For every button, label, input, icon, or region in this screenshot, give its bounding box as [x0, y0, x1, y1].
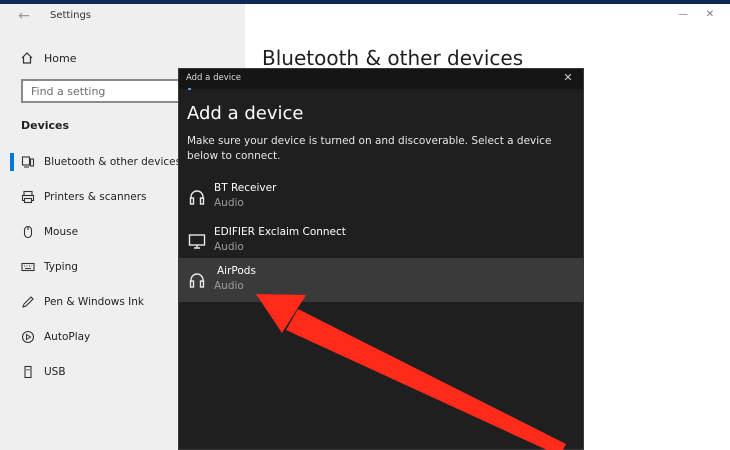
headphones-icon	[189, 273, 205, 288]
home-label: Home	[44, 52, 77, 65]
progress-indicator	[188, 88, 191, 90]
device-name: EDIFIER Exclaim Connect	[214, 226, 346, 238]
sidebar-item-label: Bluetooth & other devices	[44, 156, 182, 168]
device-type: Audio	[214, 280, 244, 292]
selection-indicator	[10, 153, 14, 171]
pen-icon	[22, 296, 34, 308]
headphones-icon	[189, 190, 205, 205]
close-icon[interactable]: ✕	[703, 8, 717, 22]
add-device-dialog: Add a device ✕ Add a device Make sure yo…	[178, 68, 584, 450]
device-type: Audio	[214, 197, 244, 209]
minimize-icon[interactable]: —	[676, 8, 690, 22]
screen: ← Settings Home Find a setting Devices B…	[0, 0, 730, 450]
device-name: AirPods	[217, 265, 256, 277]
search-placeholder: Find a setting	[31, 85, 106, 98]
monitor-icon	[188, 234, 206, 249]
keyboard-icon	[21, 262, 35, 272]
section-title: Devices	[21, 119, 70, 132]
device-item-bt-receiver[interactable]: BT Receiver Audio	[179, 175, 583, 219]
dialog-title: Add a device	[186, 73, 241, 83]
device-type: Audio	[214, 241, 244, 253]
printer-icon	[21, 190, 35, 204]
device-name: BT Receiver	[214, 182, 277, 194]
sidebar-item-label: Printers & scanners	[44, 191, 147, 203]
back-arrow-icon[interactable]: ←	[14, 7, 34, 25]
dialog-close-icon[interactable]: ✕	[561, 71, 575, 85]
mouse-icon	[23, 225, 33, 239]
sidebar-item-label: Typing	[44, 261, 78, 273]
device-item-edifier[interactable]: EDIFIER Exclaim Connect Audio	[179, 219, 583, 263]
sidebar-item-label: AutoPlay	[44, 331, 91, 343]
dialog-title-bar: Add a device ✕	[179, 69, 583, 89]
app-title: Settings	[50, 10, 92, 21]
usb-icon	[24, 365, 32, 379]
home-icon	[21, 52, 33, 64]
sidebar-item-label: Mouse	[44, 226, 79, 238]
sidebar-item-label: USB	[44, 366, 66, 378]
sidebar-item-label: Pen & Windows Ink	[44, 296, 144, 308]
title-bar: ← Settings	[0, 4, 730, 30]
bluetooth-devices-icon	[21, 156, 35, 168]
autoplay-icon	[21, 330, 35, 344]
dialog-heading: Add a device	[187, 103, 304, 124]
device-item-airpods[interactable]: AirPods Audio	[179, 258, 583, 302]
page-title: Bluetooth & other devices	[262, 46, 524, 70]
dialog-description: Make sure your device is turned on and d…	[187, 135, 552, 162]
nav-home[interactable]: Home	[20, 48, 230, 70]
